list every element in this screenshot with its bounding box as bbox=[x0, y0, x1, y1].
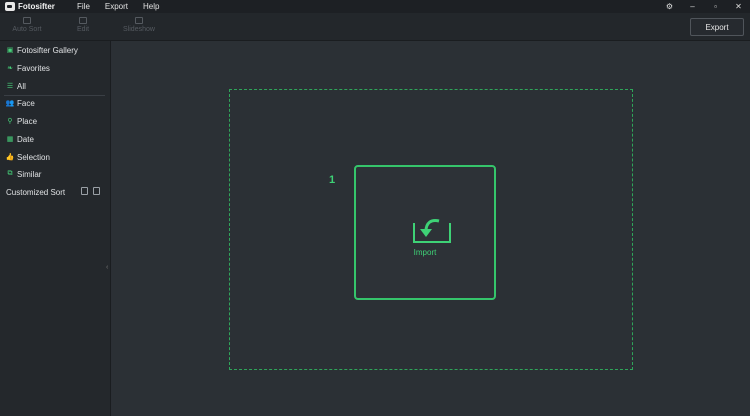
menu-help[interactable]: Help bbox=[143, 2, 159, 11]
slideshow-icon bbox=[135, 17, 143, 24]
app-logo: Fotosifter bbox=[5, 2, 77, 11]
import-icon bbox=[413, 219, 451, 243]
sidebar-item-date[interactable]: ▦ Date bbox=[6, 133, 34, 145]
settings-gear-icon[interactable]: ⚙ bbox=[658, 2, 681, 11]
sidebar-item-label: Similar bbox=[17, 169, 42, 179]
window-controls: ⚙ – ▫ ✕ bbox=[658, 0, 750, 13]
sidebar-item-gallery[interactable]: ▣ Fotosifter Gallery bbox=[6, 44, 78, 56]
similar-icon: ⧉ bbox=[7, 170, 13, 177]
sidebar-item-face[interactable]: 👥 Face bbox=[6, 97, 35, 109]
add-bookmark-icon[interactable] bbox=[81, 187, 88, 195]
calendar-icon: ▦ bbox=[6, 136, 14, 143]
app-name: Fotosifter bbox=[18, 2, 55, 11]
minimize-icon[interactable]: – bbox=[681, 2, 704, 11]
favorites-icon: ❧ bbox=[7, 65, 13, 72]
gallery-icon: ▣ bbox=[6, 47, 14, 54]
step-number: 1 bbox=[329, 174, 336, 186]
sidebar: ▣ Fotosifter Gallery ❧ Favorites ☰ All 👥… bbox=[0, 41, 111, 416]
sidebar-item-all[interactable]: ☰ All bbox=[6, 80, 26, 92]
menu-file[interactable]: File bbox=[77, 2, 90, 11]
sidebar-item-similar[interactable]: ⧉ Similar bbox=[6, 168, 42, 180]
place-icon: ⚲ bbox=[7, 118, 13, 125]
auto-sort-icon bbox=[23, 17, 31, 24]
export-button[interactable]: Export bbox=[690, 18, 744, 36]
title-bar: Fotosifter File Export Help ⚙ – ▫ ✕ bbox=[0, 0, 750, 13]
edit-icon bbox=[79, 17, 87, 24]
close-icon[interactable]: ✕ bbox=[727, 2, 750, 11]
slideshow-button[interactable]: Slideshow bbox=[119, 17, 159, 33]
sidebar-item-label: Fotosifter Gallery bbox=[17, 45, 78, 55]
import-button[interactable]: Import bbox=[354, 165, 496, 300]
customized-sort-label: Customized Sort bbox=[6, 187, 66, 197]
remove-bookmark-icon[interactable] bbox=[93, 187, 100, 195]
slideshow-label: Slideshow bbox=[123, 26, 155, 33]
sidebar-item-label: Selection bbox=[17, 152, 50, 162]
sidebar-divider bbox=[4, 95, 105, 96]
customized-sort-actions bbox=[81, 187, 100, 195]
sidebar-item-label: Place bbox=[17, 116, 38, 126]
collapse-sidebar-icon[interactable]: ‹ bbox=[106, 264, 108, 271]
list-icon: ☰ bbox=[6, 83, 14, 90]
sidebar-item-label: All bbox=[17, 81, 26, 91]
face-icon: 👥 bbox=[5, 100, 15, 107]
sidebar-item-favorites[interactable]: ❧ Favorites bbox=[6, 62, 50, 74]
sidebar-item-selection[interactable]: 👍 Selection bbox=[6, 151, 50, 163]
sidebar-item-label: Face bbox=[17, 98, 35, 108]
edit-button[interactable]: Edit bbox=[63, 17, 103, 33]
import-label: Import bbox=[413, 248, 437, 257]
edit-label: Edit bbox=[76, 26, 90, 33]
maximize-icon[interactable]: ▫ bbox=[704, 2, 727, 11]
menu-bar: File Export Help bbox=[77, 2, 174, 11]
sidebar-item-label: Date bbox=[17, 134, 34, 144]
menu-export[interactable]: Export bbox=[105, 2, 128, 11]
sidebar-item-label: Favorites bbox=[17, 63, 50, 73]
auto-sort-label: Auto Sort bbox=[12, 26, 42, 33]
thumbs-up-icon: 👍 bbox=[5, 154, 15, 161]
fotosifter-logo-icon bbox=[5, 2, 15, 11]
toolbar: Auto Sort Edit Slideshow Export bbox=[0, 13, 750, 41]
sidebar-item-place[interactable]: ⚲ Place bbox=[6, 115, 37, 127]
auto-sort-button[interactable]: Auto Sort bbox=[7, 17, 47, 33]
